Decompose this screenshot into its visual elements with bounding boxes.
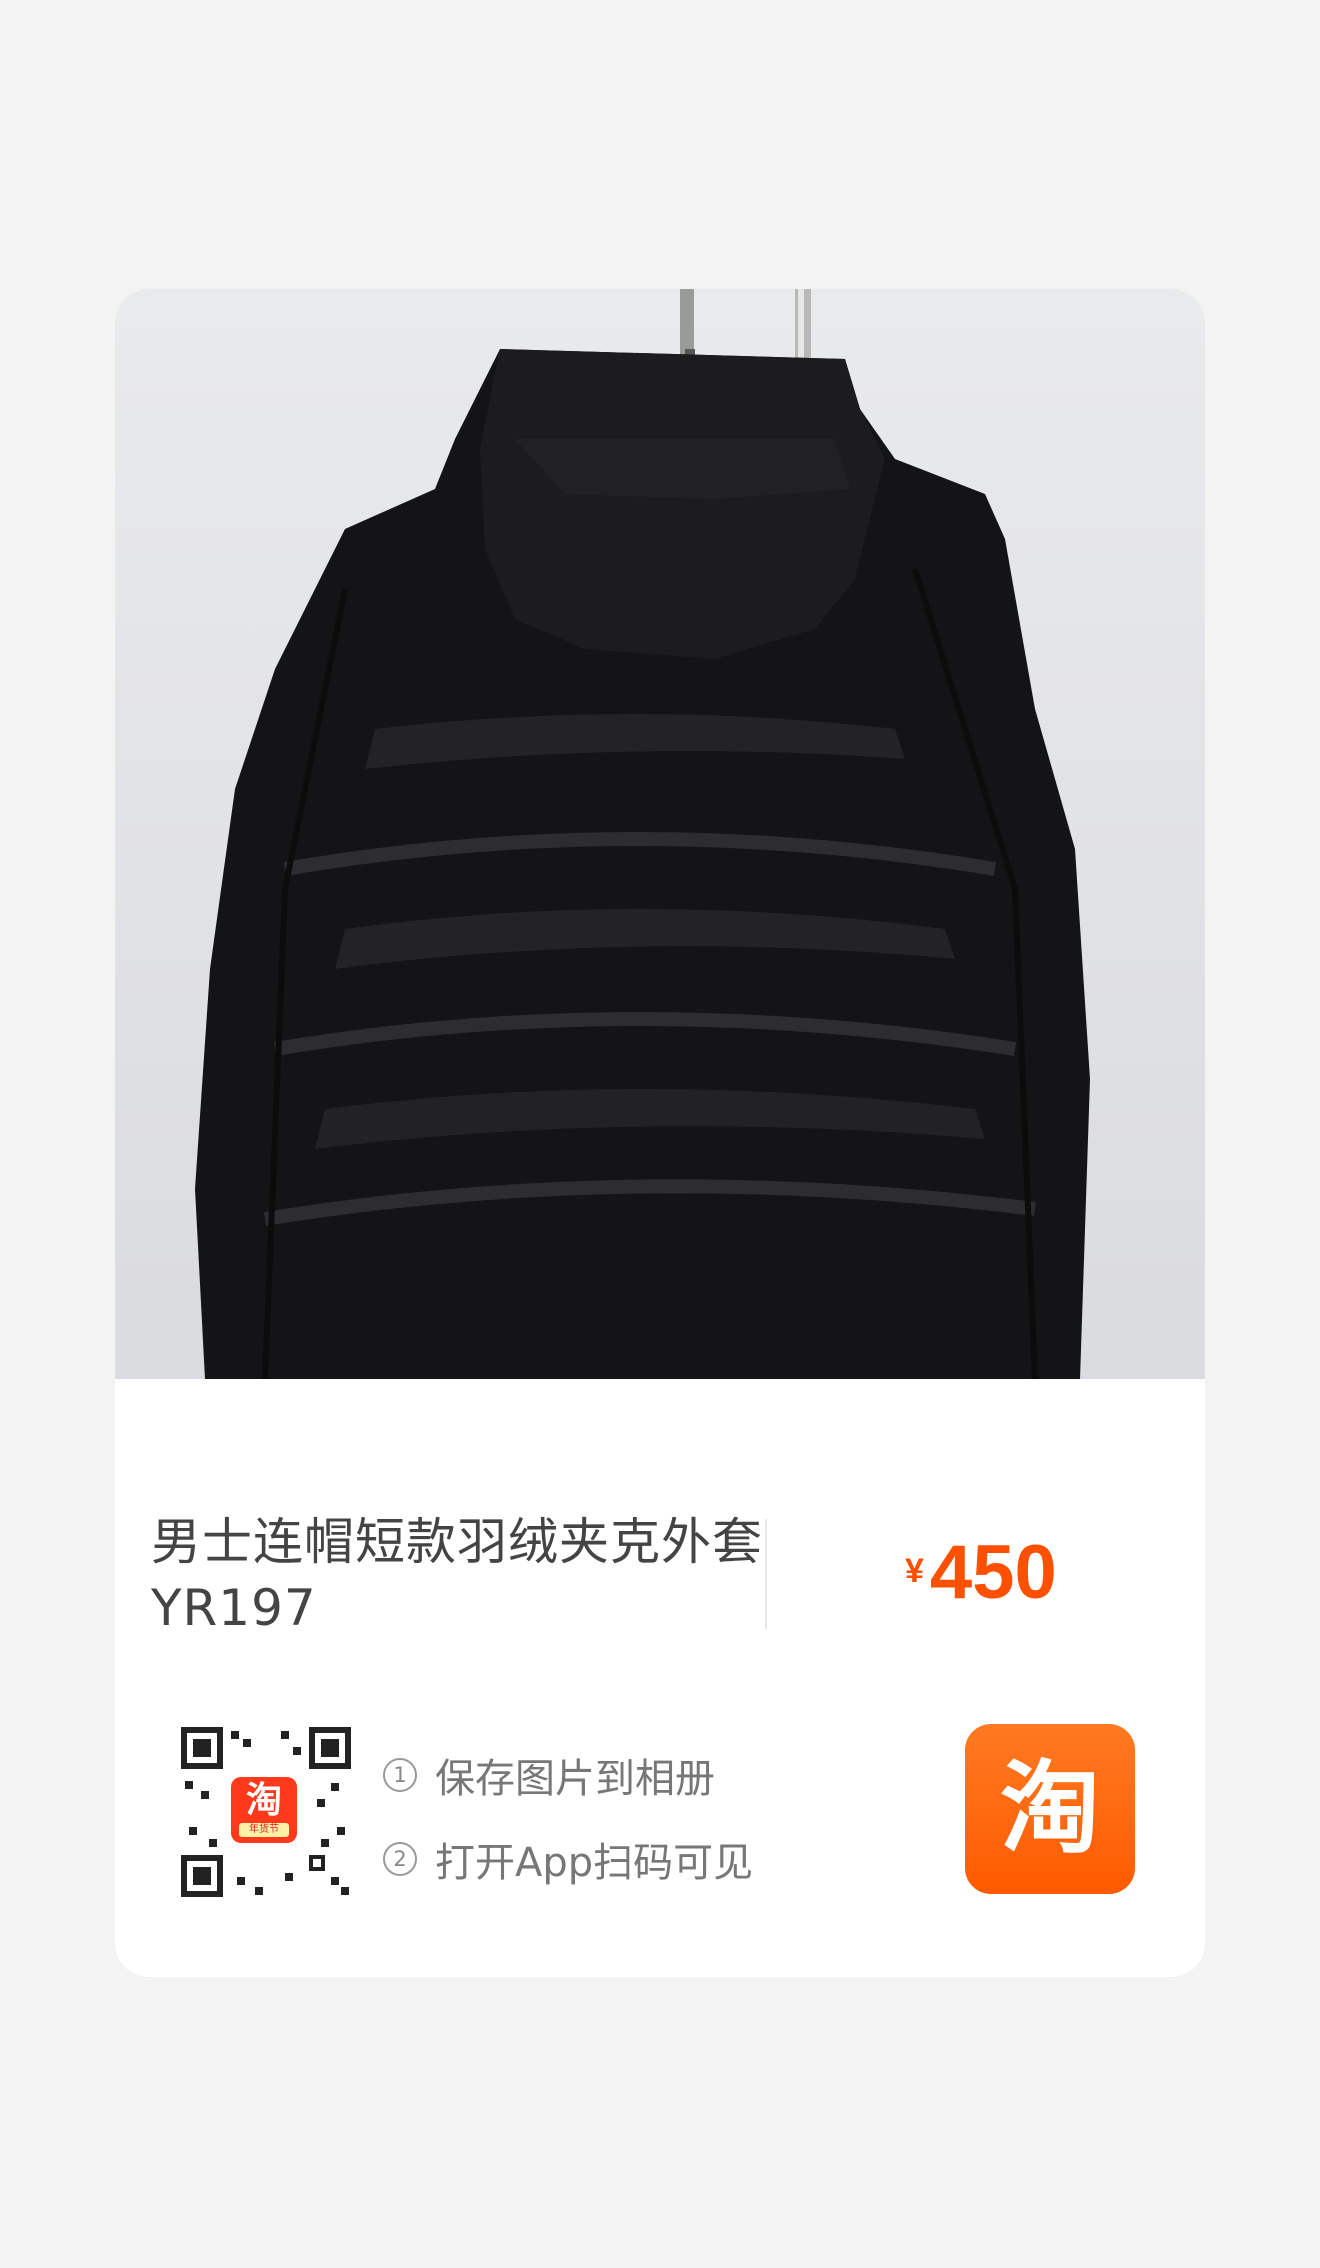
product-share-card: 男士连帽短款羽绒夹克外套 YR197 ¥450 淘 年货节 1 保存图片到相册 … xyxy=(115,289,1205,1977)
product-info: 男士连帽短款羽绒夹克外套 YR197 ¥450 淘 年货节 1 保存图片到相册 … xyxy=(115,1379,1205,1977)
price-symbol: ¥ xyxy=(905,1552,924,1590)
product-title-line1: 男士连帽短款羽绒夹克外套 xyxy=(151,1513,763,1571)
step-text: 保存图片到相册 xyxy=(435,1756,715,1802)
share-steps: 1 保存图片到相册 2 打开App扫码可见 xyxy=(383,1733,753,1901)
price-value: 450 xyxy=(929,1530,1057,1615)
divider xyxy=(765,1519,767,1629)
product-price: ¥450 xyxy=(905,1529,1057,1616)
qr-logo-glyph: 淘 xyxy=(245,1780,282,1821)
product-title[interactable]: 男士连帽短款羽绒夹克外套 YR197 xyxy=(151,1509,791,1641)
product-photo xyxy=(115,289,1205,1379)
step-number: 1 xyxy=(383,1758,417,1792)
qr-code[interactable]: 淘 年货节 xyxy=(181,1727,351,1897)
product-title-line2: YR197 xyxy=(151,1579,317,1637)
taobao-app-icon[interactable]: 淘 xyxy=(965,1724,1135,1894)
step-text: 打开App扫码可见 xyxy=(435,1840,754,1886)
step-open-app: 2 打开App扫码可见 xyxy=(383,1817,753,1901)
step-number: 2 xyxy=(383,1842,417,1876)
jacket-photo xyxy=(195,289,1090,1379)
step-save-image: 1 保存图片到相册 xyxy=(383,1733,753,1817)
taobao-glyph: 淘 xyxy=(1000,1750,1100,1867)
qr-taobao-logo: 淘 年货节 xyxy=(231,1777,297,1843)
qr-logo-subtitle: 年货节 xyxy=(239,1823,289,1837)
